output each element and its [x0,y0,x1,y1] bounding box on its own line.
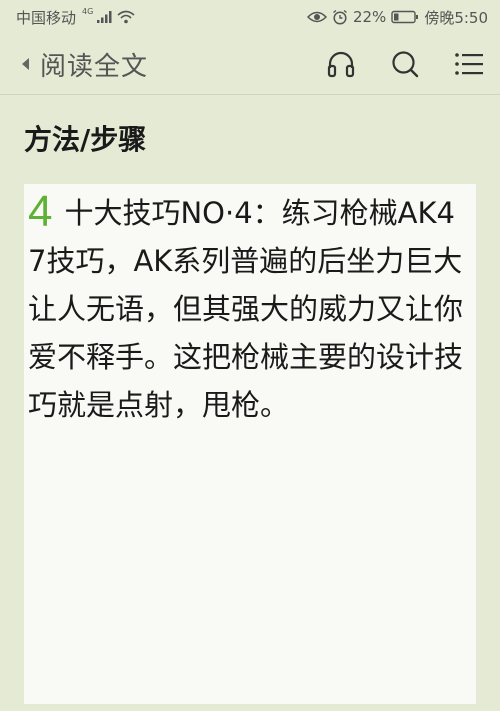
clock-time: 傍晚5:50 [424,8,488,27]
carrier-label: 中国移动 [16,8,77,27]
nav-actions [322,45,488,83]
menu-icon [455,52,483,76]
battery-icon [391,10,419,24]
eye-comfort-icon [306,10,327,24]
nav-divider [0,94,500,95]
nav-bar: 阅读全文 [0,34,500,94]
chevron-left-icon [22,58,30,70]
step-text: 十大技巧NO·4：练习枪械AK47技巧，AK系列普遍的后坐力巨大让人无语，但其强… [28,196,464,422]
step-card: 4 十大技巧NO·4：练习枪械AK47技巧，AK系列普遍的后坐力巨大让人无语，但其… [24,184,476,704]
headphones-icon [326,50,356,78]
wifi-icon [117,10,135,24]
step-paragraph: 4 十大技巧NO·4：练习枪械AK47技巧，AK系列普遍的后坐力巨大让人无语，但其… [28,188,470,429]
page-title: 阅读全文 [40,51,149,82]
battery-percent-label: 22% [352,8,387,26]
back-button[interactable]: 阅读全文 [22,46,148,83]
step-number: 4 [28,187,53,236]
alarm-clock-icon [332,9,348,25]
section-heading: 方法/步骤 [24,123,147,156]
listen-button[interactable] [322,45,360,83]
signal-icon [97,11,113,23]
network-type-label: 4G [82,6,94,16]
status-right: 22% 傍晚5:50 [306,7,488,28]
menu-button[interactable] [450,45,488,83]
search-icon [391,50,419,78]
status-left: 中国移动 4G [16,7,135,28]
search-button[interactable] [386,45,424,83]
status-bar: 中国移动 4G 22% 傍晚5:50 [0,0,500,34]
